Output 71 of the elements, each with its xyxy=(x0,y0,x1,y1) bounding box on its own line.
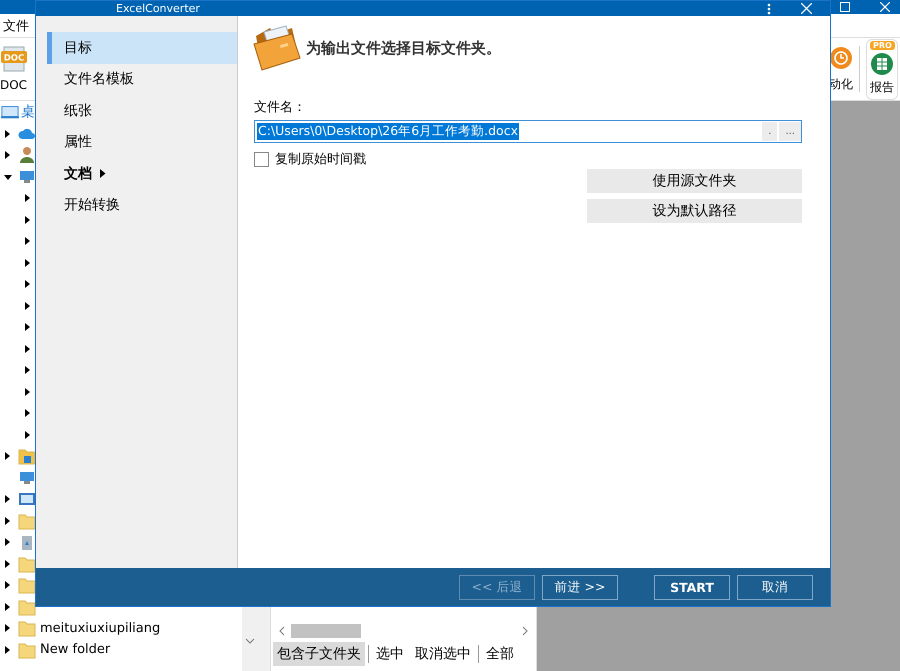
expander-icon[interactable] xyxy=(4,516,12,525)
folder-icon xyxy=(18,640,36,659)
expander-icon[interactable] xyxy=(24,216,32,224)
report-card[interactable]: PRO 报告 xyxy=(866,38,898,100)
scrollbar-thumb[interactable] xyxy=(291,624,361,638)
wizard-button[interactable]: 前进 >> xyxy=(542,574,618,600)
expander-icon[interactable] xyxy=(24,302,32,310)
browse-button[interactable]: . xyxy=(762,122,778,141)
spreadsheet-icon xyxy=(870,52,894,76)
caret-icon xyxy=(100,169,106,178)
action-button[interactable]: 设为默认路径 xyxy=(587,199,802,223)
wizard-button[interactable]: START xyxy=(654,574,730,600)
toolbar-button[interactable]: 全部 xyxy=(482,642,518,666)
nav-item[interactable]: 开始转换 xyxy=(47,190,237,221)
close-icon[interactable] xyxy=(801,3,812,14)
folder-icon xyxy=(18,447,36,466)
window-title: ExcelConverter xyxy=(116,2,200,15)
folder-icon xyxy=(18,619,36,638)
scroll-left-icon[interactable] xyxy=(279,626,285,636)
tree-item[interactable]: New folder xyxy=(40,642,110,658)
monitor-icon xyxy=(1,105,19,119)
expander-icon[interactable] xyxy=(24,366,32,374)
nav-item[interactable]: 目标 xyxy=(47,32,237,64)
ribbon-label[interactable]: DOC xyxy=(0,78,28,92)
expander-icon[interactable] xyxy=(4,495,12,504)
field-label: 文件名： xyxy=(254,99,307,116)
expander-icon[interactable] xyxy=(24,344,32,353)
menu-item[interactable]: 文件 xyxy=(0,16,32,34)
nav-item[interactable]: 文件名模板 xyxy=(47,64,237,95)
toolbar-button[interactable]: 选中 xyxy=(372,642,408,666)
expander-icon[interactable] xyxy=(24,388,32,396)
tree-item[interactable]: meituxiuxiupiliang xyxy=(40,620,160,636)
wizard-button[interactable]: 取消 xyxy=(737,574,813,600)
clock-icon[interactable] xyxy=(829,46,853,70)
expander-icon[interactable] xyxy=(4,172,12,181)
close-icon[interactable] xyxy=(880,2,890,12)
more-icon[interactable] xyxy=(767,2,771,14)
browse-button[interactable]: ... xyxy=(779,122,801,141)
expander-icon[interactable] xyxy=(4,581,12,590)
expander-icon[interactable] xyxy=(24,280,32,288)
expander-icon[interactable] xyxy=(24,430,32,439)
action-button[interactable]: 使用源文件夹 xyxy=(587,169,802,193)
maximize-icon[interactable] xyxy=(840,2,850,12)
nav-item[interactable]: 纸张 xyxy=(47,95,237,126)
checkbox[interactable] xyxy=(254,152,269,166)
expander-icon[interactable] xyxy=(24,237,32,246)
nav-item[interactable]: 属性 xyxy=(47,126,237,158)
expander-icon[interactable] xyxy=(4,538,12,546)
expander-icon[interactable] xyxy=(24,194,32,202)
scroll-down-icon[interactable] xyxy=(245,638,255,644)
expander-icon[interactable] xyxy=(4,602,12,611)
expander-icon[interactable] xyxy=(4,452,12,460)
heading: 为输出文件选择目标文件夹。 xyxy=(306,38,501,58)
expander-icon[interactable] xyxy=(4,130,12,138)
file-name-field[interactable]: C:\Users\0\Desktop\26年6月工作考勤.docx . ... xyxy=(254,120,802,143)
expander-icon[interactable] xyxy=(24,323,32,332)
nav-item[interactable]: 文档 xyxy=(47,158,237,190)
expander-icon[interactable] xyxy=(24,258,32,267)
checkbox-label[interactable]: 复制原始时间戳 xyxy=(275,150,366,168)
scroll-right-icon[interactable] xyxy=(522,626,528,636)
expander-icon[interactable] xyxy=(4,560,12,568)
pro-badge: PRO xyxy=(870,40,895,50)
folder-icon xyxy=(18,598,36,616)
toolbar-button[interactable]: 取消选中 xyxy=(411,642,475,666)
expander-icon[interactable] xyxy=(24,409,32,418)
person-icon xyxy=(18,146,36,164)
expander-icon[interactable] xyxy=(4,624,12,632)
expander-icon[interactable] xyxy=(4,646,12,654)
tree-item[interactable]: 桌 xyxy=(21,103,35,121)
expander-icon[interactable] xyxy=(4,151,12,160)
toolbar-button[interactable]: 包含子文件夹 xyxy=(273,642,365,666)
